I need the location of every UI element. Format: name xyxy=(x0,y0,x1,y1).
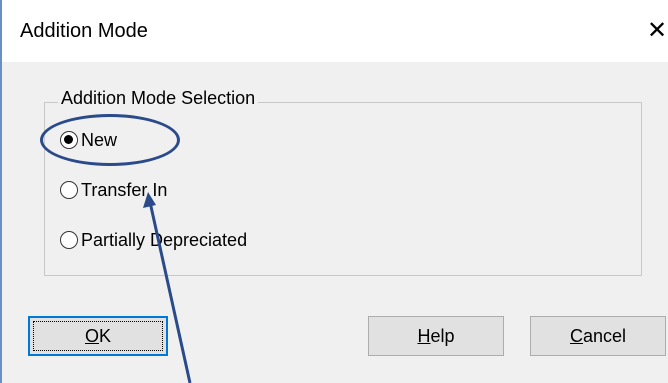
cancel-button[interactable]: Cancel xyxy=(530,316,666,356)
close-icon[interactable]: ✕ xyxy=(644,14,668,48)
help-button-label: Help xyxy=(417,325,455,346)
radio-transfer-in-indicator[interactable] xyxy=(60,181,78,199)
ok-button[interactable]: OK xyxy=(28,316,168,356)
focus-rectangle xyxy=(33,321,163,351)
radio-partially-depreciated-label: Partially Depreciated xyxy=(81,229,248,250)
groupbox-legend: Addition Mode Selection xyxy=(58,88,259,109)
help-button[interactable]: Help xyxy=(368,316,504,356)
dialog-window: Addition Mode ✕ Addition Mode Selection … xyxy=(0,0,668,383)
radio-new-label: New xyxy=(81,129,118,150)
cancel-button-label: Cancel xyxy=(569,325,627,346)
radio-transfer-in[interactable]: Transfer In xyxy=(60,176,167,204)
radio-partially-depreciated-indicator[interactable] xyxy=(60,231,78,249)
title-bar: Addition Mode ✕ xyxy=(2,0,668,62)
dialog-title: Addition Mode xyxy=(20,20,148,42)
radio-new[interactable]: New xyxy=(60,126,117,154)
radio-partially-depreciated[interactable]: Partially Depreciated xyxy=(60,226,247,254)
radio-new-indicator[interactable] xyxy=(60,131,78,149)
radio-transfer-in-label: Transfer In xyxy=(81,179,168,200)
